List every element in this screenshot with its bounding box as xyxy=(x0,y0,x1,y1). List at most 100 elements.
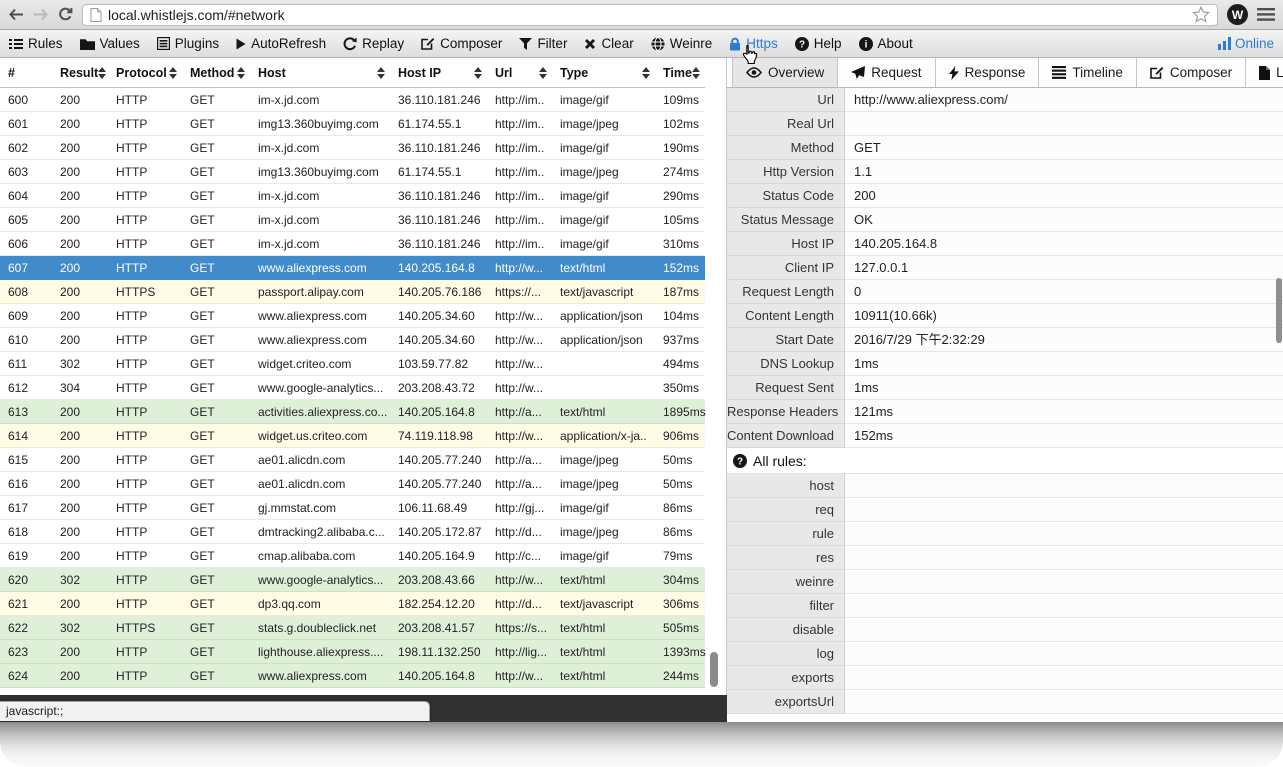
browser-menu-button[interactable] xyxy=(1257,8,1275,21)
sort-icon[interactable] xyxy=(377,67,385,79)
column-header-host[interactable]: Host xyxy=(250,58,390,87)
property-value[interactable]: 140.205.164.8 xyxy=(845,232,1283,256)
sort-icon[interactable] xyxy=(692,67,700,79)
property-value[interactable] xyxy=(845,112,1283,136)
network-table-row[interactable]: 604 200 HTTP GET im-x.jd.com 36.110.181.… xyxy=(0,184,705,208)
link-status-bubble: javascript:; xyxy=(0,701,430,721)
back-button[interactable] xyxy=(8,8,24,21)
toolbar-plugins-button[interactable]: Plugins xyxy=(157,36,219,51)
property-value[interactable]: 1.1 xyxy=(845,160,1283,184)
column-header-host-ip[interactable]: Host IP xyxy=(390,58,487,87)
sort-icon[interactable] xyxy=(642,67,650,79)
rule-value[interactable] xyxy=(845,474,1283,498)
scrollbar-thumb[interactable] xyxy=(710,652,718,687)
network-table-row[interactable]: 610 200 HTTP GET www.aliexpress.com 140.… xyxy=(0,328,705,352)
toolbar-autorefresh-button[interactable]: AutoRefresh xyxy=(236,36,326,51)
network-table-row[interactable]: 609 200 HTTP GET www.aliexpress.com 140.… xyxy=(0,304,705,328)
network-table-row[interactable]: 607 200 HTTP GET www.aliexpress.com 140.… xyxy=(0,256,705,280)
property-value[interactable]: http://www.aliexpress.com/ xyxy=(845,88,1283,112)
property-value[interactable]: 127.0.0.1 xyxy=(845,256,1283,280)
rule-value[interactable] xyxy=(845,522,1283,546)
tab-log[interactable]: Log xyxy=(1246,58,1283,87)
network-table-row[interactable]: 619 200 HTTP GET cmap.alibaba.com 140.20… xyxy=(0,544,705,568)
rule-value[interactable] xyxy=(845,666,1283,690)
property-value[interactable]: 10911(10.66k) xyxy=(845,304,1283,328)
network-table-row[interactable]: 605 200 HTTP GET im-x.jd.com 36.110.181.… xyxy=(0,208,705,232)
rule-value[interactable] xyxy=(845,642,1283,666)
network-table-row[interactable]: 620 302 HTTP GET www.google-analytics...… xyxy=(0,568,705,592)
network-table-row[interactable]: 614 200 HTTP GET widget.us.criteo.com 74… xyxy=(0,424,705,448)
online-status[interactable]: Online xyxy=(1218,36,1274,51)
tab-composer[interactable]: Composer xyxy=(1137,58,1246,87)
property-value[interactable]: OK xyxy=(845,208,1283,232)
rule-value[interactable] xyxy=(845,546,1283,570)
network-table-row[interactable]: 608 200 HTTPS GET passport.alipay.com 14… xyxy=(0,280,705,304)
property-value[interactable]: 2016/7/29 下午2:32:29 xyxy=(845,328,1283,352)
network-table-row[interactable]: 618 200 HTTP GET dmtracking2.alibaba.c..… xyxy=(0,520,705,544)
forward-button[interactable] xyxy=(33,8,49,21)
cell-result: 304 xyxy=(52,381,108,395)
column-header-result[interactable]: Result xyxy=(52,58,108,87)
property-value[interactable]: 152ms xyxy=(845,424,1283,448)
log-file-icon xyxy=(1259,66,1270,80)
column-header-index[interactable]: # xyxy=(0,58,52,87)
column-header-protocol[interactable]: Protocol xyxy=(108,58,182,87)
rule-value[interactable] xyxy=(845,690,1283,714)
network-table-row[interactable]: 615 200 HTTP GET ae01.alicdn.com 140.205… xyxy=(0,448,705,472)
column-header-url[interactable]: Url xyxy=(487,58,552,87)
network-table-row[interactable]: 603 200 HTTP GET img13.360buyimg.com 61.… xyxy=(0,160,705,184)
tab-timeline[interactable]: Timeline xyxy=(1039,58,1137,87)
network-table-row[interactable]: 616 200 HTTP GET ae01.alicdn.com 140.205… xyxy=(0,472,705,496)
property-value[interactable]: GET xyxy=(845,136,1283,160)
toolbar-values-button[interactable]: Values xyxy=(80,36,140,51)
tab-request[interactable]: Request xyxy=(838,58,935,87)
sort-icon[interactable] xyxy=(169,67,177,79)
column-header-time[interactable]: Time xyxy=(655,58,705,87)
network-table-row[interactable]: 623 200 HTTP GET lighthouse.aliexpress..… xyxy=(0,640,705,664)
property-value[interactable]: 121ms xyxy=(845,400,1283,424)
property-value[interactable]: 1ms xyxy=(845,376,1283,400)
cell-protocol: HTTP xyxy=(108,117,182,131)
address-bar[interactable]: local.whistlejs.com/#network xyxy=(82,4,1218,26)
sort-icon[interactable] xyxy=(539,67,547,79)
cell-result: 200 xyxy=(52,165,108,179)
whistle-extension-icon[interactable]: W xyxy=(1227,4,1248,25)
property-value[interactable]: 0 xyxy=(845,280,1283,304)
sort-icon[interactable] xyxy=(98,67,106,79)
column-header-type[interactable]: Type xyxy=(552,58,655,87)
network-table-row[interactable]: 613 200 HTTP GET activities.aliexpress.c… xyxy=(0,400,705,424)
sort-icon[interactable] xyxy=(474,67,482,79)
rule-value[interactable] xyxy=(845,594,1283,618)
network-table-row[interactable]: 606 200 HTTP GET im-x.jd.com 36.110.181.… xyxy=(0,232,705,256)
property-value[interactable]: 200 xyxy=(845,184,1283,208)
toolbar-help-button[interactable]: ? Help xyxy=(795,36,842,51)
network-table-row[interactable]: 602 200 HTTP GET im-x.jd.com 36.110.181.… xyxy=(0,136,705,160)
rule-value[interactable] xyxy=(845,618,1283,642)
network-table-row[interactable]: 617 200 HTTP GET gj.mmstat.com 106.11.68… xyxy=(0,496,705,520)
bookmark-star-button[interactable] xyxy=(1192,6,1210,23)
toolbar-clear-button[interactable]: Clear xyxy=(584,36,633,51)
network-table-row[interactable]: 624 200 HTTP GET www.aliexpress.com 140.… xyxy=(0,664,705,688)
scrollbar-thumb[interactable] xyxy=(1276,278,1282,343)
toolbar-rules-button[interactable]: Rules xyxy=(9,36,63,51)
toolbar-replay-button[interactable]: Replay xyxy=(343,36,404,51)
toolbar-filter-button[interactable]: Filter xyxy=(519,36,567,51)
network-table-row[interactable]: 601 200 HTTP GET img13.360buyimg.com 61.… xyxy=(0,112,705,136)
network-table-row[interactable]: 621 200 HTTP GET dp3.qq.com 182.254.12.2… xyxy=(0,592,705,616)
rule-value[interactable] xyxy=(845,570,1283,594)
toolbar-weinre-button[interactable]: Weinre xyxy=(651,36,713,51)
toolbar-composer-button[interactable]: Composer xyxy=(421,36,502,51)
network-table-row[interactable]: 611 302 HTTP GET widget.criteo.com 103.5… xyxy=(0,352,705,376)
reload-button[interactable] xyxy=(58,7,73,22)
network-table-row[interactable]: 612 304 HTTP GET www.google-analytics...… xyxy=(0,376,705,400)
network-table-row[interactable]: 600 200 HTTP GET im-x.jd.com 36.110.181.… xyxy=(0,88,705,112)
toolbar-about-button[interactable]: i About xyxy=(859,36,913,51)
cell-method: GET xyxy=(182,597,250,611)
rule-value[interactable] xyxy=(845,498,1283,522)
network-table-row[interactable]: 622 302 HTTPS GET stats.g.doubleclick.ne… xyxy=(0,616,705,640)
sort-icon[interactable] xyxy=(237,67,245,79)
cell-index: 617 xyxy=(0,501,52,515)
column-header-method[interactable]: Method xyxy=(182,58,250,87)
tab-response[interactable]: Response xyxy=(936,58,1040,87)
property-value[interactable]: 1ms xyxy=(845,352,1283,376)
